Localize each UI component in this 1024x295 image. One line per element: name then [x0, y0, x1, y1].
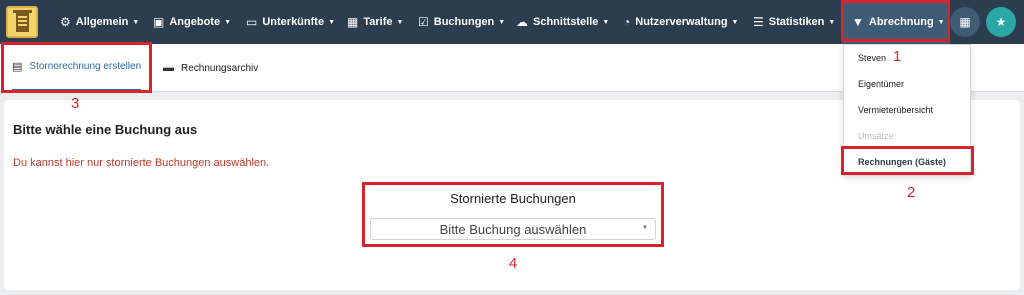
bed-icon: ▭ [246, 15, 258, 29]
warning-text: Du kannst hier nur stornierte Buchungen … [13, 157, 270, 169]
annotation-number-2: 2 [907, 184, 916, 201]
nav-nutzerverwaltung[interactable]: ◔ Nutzerverwaltung ▼ [623, 0, 738, 44]
caret-down-icon: ▼ [328, 18, 336, 26]
nav-label: Allgemein [75, 16, 129, 28]
annotation-number-3: 3 [71, 95, 80, 112]
calendar-check-icon: ☑ [418, 15, 429, 29]
cloud-icon: ☁ [516, 15, 528, 29]
archive-icon: ▬ [163, 62, 174, 74]
annotation-box-3 [1, 42, 152, 93]
nav-schnittstelle[interactable]: ☁ Schnittstelle ▼ [516, 0, 609, 44]
caret-down-icon: ▼ [224, 18, 232, 26]
tab-rechnungsarchiv[interactable]: ▬ Rechnungsarchiv [163, 44, 258, 92]
hotel-icon [16, 13, 29, 32]
gears-icon: ⚙ [60, 15, 71, 29]
annotation-number-1: 1 [893, 48, 902, 65]
caret-down-icon: ▼ [828, 18, 836, 26]
caret-down-icon: ▼ [132, 18, 140, 26]
table-icon: ▦ [347, 15, 359, 29]
nav-label: Statistiken [768, 16, 825, 28]
nav-label: Nutzerverwaltung [635, 16, 728, 28]
star-icon: ★ [995, 15, 1007, 29]
caret-down-icon: ▼ [602, 18, 610, 26]
nav-label: Tarife [363, 16, 393, 28]
caret-down-icon: ▼ [498, 18, 506, 26]
annotation-box-4 [362, 182, 664, 247]
annotation-box-2 [841, 146, 974, 175]
nav-unterkuenfte[interactable]: ▭ Unterkünfte ▼ [246, 0, 335, 44]
nav-statistiken[interactable]: ☰ Statistiken ▼ [753, 0, 835, 44]
annotation-box-1 [841, 0, 950, 42]
dropdown-item-vermieteruebersicht[interactable]: Vermieterübersicht [858, 105, 933, 115]
tab-label: Rechnungsarchiv [181, 62, 259, 74]
nav-label: Unterkünfte [262, 16, 325, 28]
nav-allgemein[interactable]: ⚙ Allgemein ▼ [60, 0, 139, 44]
nav-tarife[interactable]: ▦ Tarife ▼ [347, 0, 403, 44]
briefcase-icon: ▣ [153, 15, 165, 29]
list-icon: ☰ [753, 15, 764, 29]
annotation-number-4: 4 [509, 255, 518, 272]
nav-label: Angebote [169, 16, 221, 28]
dropdown-item-steven[interactable]: Steven [858, 53, 886, 63]
caret-down-icon: ▼ [731, 18, 739, 26]
grid-icon: ▦ [959, 15, 971, 29]
app-logo[interactable] [6, 6, 38, 38]
dropdown-item-eigentuemer[interactable]: Eigentümer [858, 79, 904, 89]
page-heading: Bitte wähle eine Buchung aus [13, 122, 198, 137]
apps-button[interactable]: ▦ [950, 7, 980, 37]
nav-label: Schnittstelle [533, 16, 599, 28]
nav-buchungen[interactable]: ☑ Buchungen ▼ [418, 0, 505, 44]
nav-label: Buchungen [433, 16, 495, 28]
caret-down-icon: ▼ [396, 18, 404, 26]
favorites-button[interactable]: ★ [986, 7, 1016, 37]
nav-angebote[interactable]: ▣ Angebote ▼ [153, 0, 231, 44]
dropdown-item-umsaetze: Umsätze [858, 131, 894, 141]
pie-chart-icon: ◔ [623, 15, 631, 29]
